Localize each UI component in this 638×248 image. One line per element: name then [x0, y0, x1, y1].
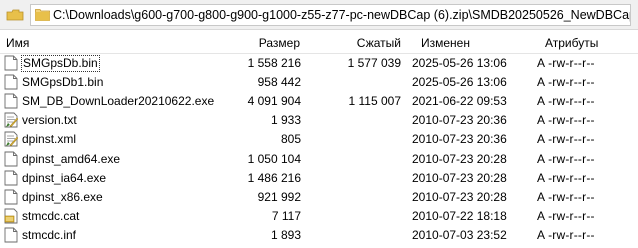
- file-attributes: A -rw-r--r--: [537, 132, 595, 147]
- catalog-file-icon: [4, 208, 18, 224]
- file-attributes: A -rw-r--r--: [537, 227, 595, 242]
- file-attributes: A -rw-r--r--: [537, 170, 595, 185]
- file-row[interactable]: version.txt 1 933 2010-07-23 20:36 A -rw-r-…: [0, 111, 638, 130]
- address-input[interactable]: C:\Downloads\g600-g700-g800-g900-g1000-z…: [30, 4, 631, 26]
- file-row[interactable]: dpinst.xml 805 2010-07-23 20:36 A -rw-r--r-…: [0, 130, 638, 149]
- file-attributes: A -rw-r--r--: [537, 113, 595, 128]
- blank-file-icon: [4, 93, 18, 109]
- file-name: dpinst_ia64.exe: [22, 170, 107, 185]
- file-size: 958 442: [257, 75, 301, 90]
- blank-file-icon: [4, 151, 18, 167]
- file-size: 4 091 904: [247, 94, 301, 109]
- folder-icon: [35, 9, 50, 21]
- blank-file-icon: [4, 227, 18, 243]
- file-modified: 2010-07-23 20:36: [412, 132, 507, 147]
- file-size: 921 992: [257, 189, 301, 204]
- column-name-header[interactable]: Имя: [6, 36, 29, 50]
- file-size: 1 893: [270, 227, 301, 242]
- blank-file-icon: [4, 170, 18, 186]
- file-name: stmcdc.cat: [22, 208, 80, 223]
- file-modified: 2010-07-23 20:36: [412, 113, 507, 128]
- file-row[interactable]: dpinst_ia64.exe 1 486 216 2010-07-23 20:28…: [0, 169, 638, 188]
- file-row[interactable]: dpinst_amd64.exe 1 050 104 2010-07-23 20:2…: [0, 150, 638, 169]
- file-packed-size: 1 115 007: [348, 94, 402, 109]
- file-size: 1 933: [270, 113, 301, 128]
- file-name: dpinst_amd64.exe: [22, 151, 121, 166]
- file-modified: 2025-05-26 13:06: [412, 75, 507, 90]
- file-row[interactable]: stmcdc.inf 1 893 2010-07-03 23:52 A -rw-r--…: [0, 226, 638, 245]
- file-name: SMGpsDb1.bin: [22, 75, 104, 90]
- column-packed-header[interactable]: Сжатый: [310, 36, 401, 50]
- column-attributes-header[interactable]: Атрибуты: [545, 36, 598, 50]
- file-row[interactable]: SMGpsDb.bin 1 558 216 1 577 039 2025-05-26 …: [0, 54, 638, 73]
- file-modified: 2010-07-22 18:18: [412, 208, 507, 223]
- file-modified: 2010-07-03 23:52: [412, 227, 507, 242]
- file-size: 805: [280, 132, 301, 147]
- file-attributes: A -rw-r--r--: [537, 208, 595, 223]
- blank-file-icon: [4, 55, 18, 71]
- file-name: SM_DB_DownLoader20210622.exe: [22, 94, 215, 109]
- file-name: dpinst_x86.exe: [22, 189, 103, 204]
- file-attributes: A -rw-r--r--: [537, 94, 595, 109]
- file-row[interactable]: stmcdc.cat 7 117 2010-07-22 18:18 A -rw-r--…: [0, 207, 638, 226]
- column-size-header[interactable]: Размер: [200, 36, 300, 50]
- file-name: SMGpsDb.bin: [21, 55, 100, 72]
- file-name: dpinst.xml: [22, 132, 77, 147]
- file-size: 1 050 104: [247, 151, 301, 166]
- file-row[interactable]: SMGpsDb1.bin 958 442 2025-05-26 13:06 A -rw…: [0, 73, 638, 92]
- file-attributes: A -rw-r--r--: [537, 151, 595, 166]
- file-modified: 2021-06-22 09:53: [412, 94, 507, 109]
- file-modified: 2025-05-26 13:06: [412, 56, 507, 70]
- file-attributes: A -rw-r--r--: [537, 56, 595, 70]
- file-modified: 2010-07-23 20:28: [412, 189, 507, 204]
- text-file-icon: [4, 112, 19, 128]
- file-size: 1 558 216: [247, 56, 301, 70]
- text-file-icon: [4, 131, 19, 147]
- blank-file-icon: [4, 189, 18, 205]
- file-name: stmcdc.inf: [22, 227, 77, 242]
- file-modified: 2010-07-23 20:28: [412, 151, 507, 166]
- column-header: Имя Размер Сжатый Изменен Атрибуты: [0, 32, 638, 54]
- address-bar: C:\Downloads\g600-g700-g800-g900-g1000-z…: [0, 0, 638, 30]
- file-name: version.txt: [22, 113, 77, 128]
- blank-file-icon: [4, 74, 18, 90]
- file-attributes: A -rw-r--r--: [537, 75, 595, 90]
- file-modified: 2010-07-23 20:28: [412, 170, 507, 185]
- file-packed-size: 1 577 039: [347, 56, 401, 70]
- file-row[interactable]: SM_DB_DownLoader20210622.exe 4 091 904 1 1…: [0, 92, 638, 111]
- up-folder-icon[interactable]: [6, 9, 24, 21]
- file-size: 7 117: [271, 208, 301, 223]
- file-row[interactable]: dpinst_x86.exe 921 992 2010-07-23 20:28 A -…: [0, 188, 638, 207]
- file-size: 1 486 216: [247, 170, 301, 185]
- column-modified-header[interactable]: Изменен: [421, 36, 470, 50]
- file-attributes: A -rw-r--r--: [537, 189, 595, 204]
